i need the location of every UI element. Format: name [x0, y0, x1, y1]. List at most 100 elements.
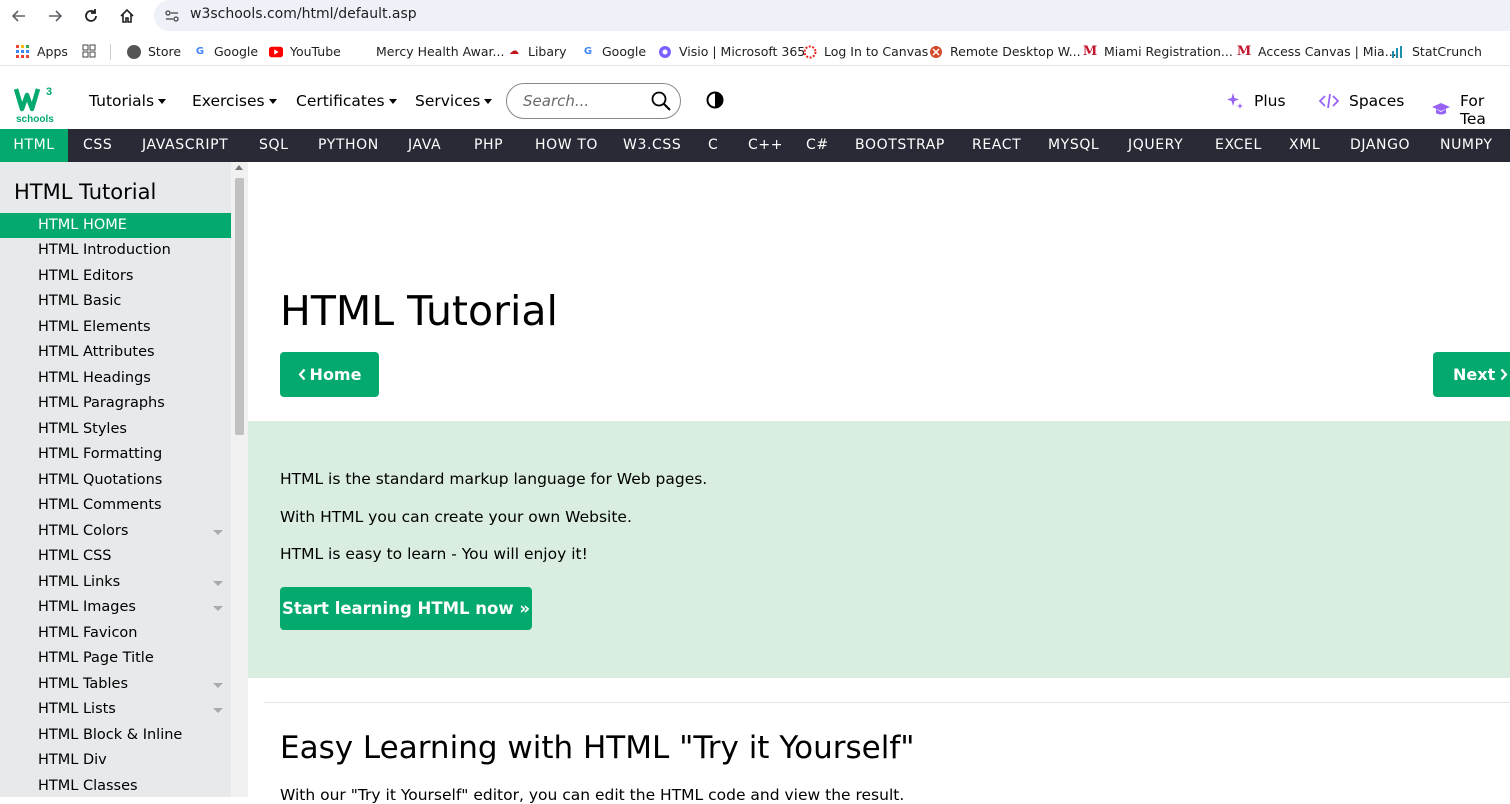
sidebar-item-paragraphs[interactable]: HTML Paragraphs	[0, 391, 231, 416]
sidebar-item-quotations[interactable]: HTML Quotations	[0, 468, 231, 493]
sidebar-item-elements[interactable]: HTML Elements	[0, 315, 231, 340]
menu-tutorials[interactable]: Tutorials	[89, 92, 167, 110]
bookmark-mercy-health[interactable]: Mercy Health Awar...	[376, 44, 504, 59]
search-input[interactable]: Search...	[506, 83, 681, 119]
subject-sql[interactable]: SQL	[246, 129, 302, 162]
subject-html[interactable]: HTML	[0, 129, 68, 162]
sidebar-item-introduction[interactable]: HTML Introduction	[0, 238, 231, 263]
bookmark-label: Miami Registration...	[1104, 44, 1233, 59]
sidebar-item-formatting[interactable]: HTML Formatting	[0, 442, 231, 467]
subject-javascript[interactable]: JAVASCRIPT	[129, 129, 241, 162]
sidebar-item-block-inline[interactable]: HTML Block & Inline	[0, 723, 231, 748]
search-icon[interactable]	[651, 91, 671, 115]
bookmark-canvas[interactable]: Log In to Canvas	[803, 44, 928, 59]
bookmark-separator	[110, 44, 111, 60]
sidebar-item-images[interactable]: HTML Images	[0, 595, 231, 620]
expand-caret-icon[interactable]	[213, 530, 223, 535]
next-button-label: Next	[1453, 365, 1496, 384]
menu-certificates[interactable]: Certificates	[296, 92, 397, 110]
expand-caret-icon[interactable]	[213, 606, 223, 611]
subject-django[interactable]: DJANGO	[1337, 129, 1423, 162]
start-learning-button[interactable]: Start learning HTML now »	[280, 587, 532, 630]
subject-python[interactable]: PYTHON	[305, 129, 392, 162]
subject-mysql[interactable]: MYSQL	[1035, 129, 1112, 162]
bookmark-access-canvas[interactable]: M Access Canvas | Mia...	[1237, 44, 1397, 59]
subject-xml[interactable]: XML	[1276, 129, 1333, 162]
caret-down-icon	[484, 98, 493, 104]
subject-w3css[interactable]: W3.CSS	[610, 129, 694, 162]
bookmark-google-1[interactable]: G Google	[193, 44, 258, 59]
google-icon: G	[583, 46, 593, 57]
bookmark-label: Apps	[37, 44, 68, 59]
back-arrow-icon[interactable]	[8, 5, 30, 27]
subject-csharp[interactable]: C#	[793, 129, 842, 162]
scrollbar-thumb[interactable]	[235, 178, 244, 435]
sidebar-item-page-title[interactable]: HTML Page Title	[0, 646, 231, 671]
bookmark-apps[interactable]: Apps	[16, 44, 68, 59]
subject-cpp[interactable]: C++	[735, 129, 796, 162]
sidebar-item-home[interactable]: HTML HOME	[0, 213, 231, 238]
bookmark-visio[interactable]: Visio | Microsoft 365	[658, 44, 805, 59]
sidebar-item-div[interactable]: HTML Div	[0, 748, 231, 773]
for-teachers-link[interactable]: For Tea	[1432, 92, 1510, 128]
sidebar-item-editors[interactable]: HTML Editors	[0, 264, 231, 289]
url-text[interactable]: w3schools.com/html/default.asp	[190, 6, 417, 22]
google-icon: G	[195, 46, 205, 57]
sidebar-item-favicon[interactable]: HTML Favicon	[0, 621, 231, 646]
bookmark-libary[interactable]: ☁ Libary	[507, 44, 567, 59]
site-info-icon[interactable]	[164, 8, 180, 24]
sidebar-item-headings[interactable]: HTML Headings	[0, 366, 231, 391]
sidebar-item-links[interactable]: HTML Links	[0, 570, 231, 595]
sidebar-item-basic[interactable]: HTML Basic	[0, 289, 231, 314]
sidebar-item-css[interactable]: HTML CSS	[0, 544, 231, 569]
store-globe-icon	[127, 44, 141, 59]
sidebar-item-comments[interactable]: HTML Comments	[0, 493, 231, 518]
sidebar-item-colors[interactable]: HTML Colors	[0, 519, 231, 544]
reload-icon[interactable]	[80, 5, 102, 27]
sidebar-item-classes[interactable]: HTML Classes	[0, 774, 231, 797]
plus-link[interactable]: Plus	[1226, 92, 1286, 110]
bookmark-youtube[interactable]: YouTube	[269, 44, 341, 59]
menu-services[interactable]: Services	[415, 92, 493, 110]
sidebar-item-label: HTML Images	[38, 599, 136, 615]
expand-caret-icon[interactable]	[213, 708, 223, 713]
sidebar-item-attributes[interactable]: HTML Attributes	[0, 340, 231, 365]
browser-toolbar: w3schools.com/html/default.asp	[0, 0, 1510, 32]
bookmark-store[interactable]: Store	[127, 44, 181, 59]
for-teachers-label: For Tea	[1460, 92, 1486, 128]
subject-numpy[interactable]: NUMPY	[1427, 129, 1506, 162]
section-intro-text: With our "Try it Yourself" editor, you c…	[280, 786, 905, 804]
subject-howto[interactable]: HOW TO	[522, 129, 611, 162]
bookmark-statcrunch[interactable]: StatCrunch	[1391, 44, 1482, 59]
w3schools-logo[interactable]: 3 schools	[13, 81, 58, 125]
sidebar-item-lists[interactable]: HTML Lists	[0, 697, 231, 722]
tab-groups-icon[interactable]	[82, 44, 96, 58]
youtube-icon	[269, 45, 283, 59]
subject-react[interactable]: REACT	[959, 129, 1034, 162]
home-button[interactable]: Home	[280, 352, 379, 397]
bookmark-remote-desktop[interactable]: Remote Desktop W...	[929, 44, 1081, 59]
subject-java[interactable]: JAVA	[395, 129, 454, 162]
bookmark-google-2[interactable]: G Google	[581, 44, 646, 59]
sidebar-item-tables[interactable]: HTML Tables	[0, 672, 231, 697]
subject-jquery[interactable]: JQUERY	[1115, 129, 1196, 162]
forward-arrow-icon[interactable]	[44, 5, 66, 27]
menu-exercises[interactable]: Exercises	[192, 92, 277, 110]
subject-excel[interactable]: EXCEL	[1202, 129, 1275, 162]
bookmark-label: Store	[148, 44, 182, 59]
scroll-up-arrow-icon[interactable]	[235, 165, 243, 170]
subject-c[interactable]: C	[695, 129, 731, 162]
subject-css[interactable]: CSS	[70, 129, 125, 162]
sidebar-item-styles[interactable]: HTML Styles	[0, 417, 231, 442]
spaces-link[interactable]: Spaces	[1319, 92, 1404, 110]
bookmark-miami-registration[interactable]: M Miami Registration...	[1083, 44, 1233, 59]
dark-mode-toggle-icon[interactable]	[706, 91, 724, 113]
sidebar-title: HTML Tutorial	[14, 180, 157, 204]
subject-php[interactable]: PHP	[461, 129, 516, 162]
subject-bootstrap[interactable]: BOOTSTRAP	[842, 129, 958, 162]
expand-caret-icon[interactable]	[213, 683, 223, 688]
sidebar-scrollbar[interactable]	[231, 162, 248, 797]
next-button[interactable]: Next	[1433, 352, 1510, 397]
home-icon[interactable]	[116, 5, 138, 27]
expand-caret-icon[interactable]	[213, 581, 223, 586]
